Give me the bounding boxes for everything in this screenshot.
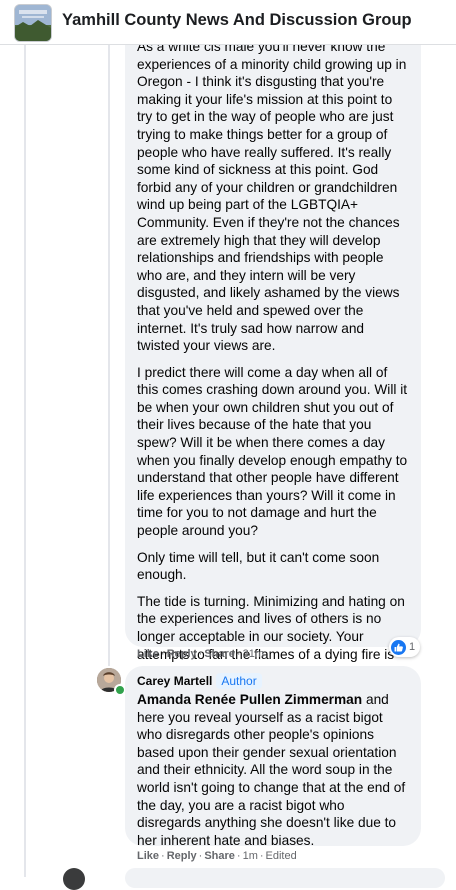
reply-bubble: Carey Martell Author Amanda Renée Pullen … <box>125 666 421 849</box>
comment-paragraph: Only time will tell, but it can't come s… <box>137 549 380 583</box>
author-badge: Author <box>216 673 262 689</box>
next-comment-bubble <box>125 868 445 888</box>
group-header: Yamhill County News And Discussion Group <box>0 0 456 45</box>
reaction-summary[interactable]: 1 <box>389 637 421 657</box>
reply-thread-line <box>108 44 110 666</box>
reply-body: and here you reveal yourself as a racist… <box>137 692 406 848</box>
reaction-count: 1 <box>409 641 416 653</box>
group-thumbnail[interactable] <box>14 4 52 42</box>
edited-label: Edited <box>265 850 297 862</box>
comment-bubble: As a white cis male you'll never know th… <box>125 30 421 679</box>
reply-link[interactable]: Reply <box>167 648 197 660</box>
reply-text: Amanda Renée Pullen Zimmerman and here y… <box>137 691 409 849</box>
comment-actions: Like · Reply · Share · 31m <box>137 648 264 660</box>
mention-link[interactable]: Amanda Renée Pullen Zimmerman <box>137 692 362 707</box>
group-title[interactable]: Yamhill County News And Discussion Group <box>62 11 412 30</box>
comment-author-line: Carey Martell Author <box>137 673 409 689</box>
comment-timestamp[interactable]: 31m <box>243 648 264 660</box>
reply-link[interactable]: Reply <box>167 850 197 862</box>
share-link[interactable]: Share <box>204 850 235 862</box>
comment-author[interactable]: Carey Martell <box>137 674 212 688</box>
like-link[interactable]: Like <box>137 648 159 660</box>
comment-paragraph: I predict there will come a day when all… <box>137 364 408 539</box>
next-avatar[interactable] <box>63 868 85 890</box>
reply-actions: Like · Reply · Share · 1m · Edited <box>137 850 297 862</box>
thread-line <box>24 44 26 877</box>
like-link[interactable]: Like <box>137 850 159 862</box>
comment-paragraph: As a white cis male you'll never know th… <box>137 39 407 354</box>
like-icon <box>391 639 406 655</box>
share-link[interactable]: Share <box>204 648 235 660</box>
reply-timestamp[interactable]: 1m <box>243 850 258 862</box>
